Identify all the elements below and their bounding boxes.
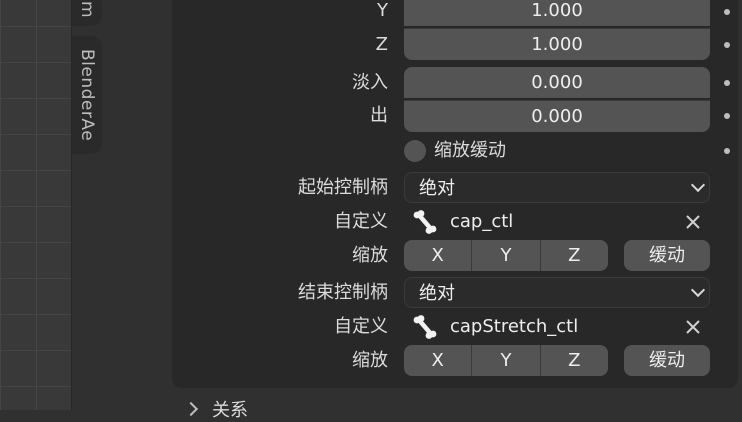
keyframe-dot[interactable] xyxy=(724,42,730,48)
end-ease-toggle[interactable]: 缓动 xyxy=(624,345,710,376)
bone-icon xyxy=(413,210,437,234)
ease-in-field[interactable]: 0.000 xyxy=(404,67,710,98)
relations-section-header[interactable]: 关系 xyxy=(212,396,248,422)
start-scale-y-toggle[interactable]: Y xyxy=(472,240,541,271)
scale-z-field[interactable]: 1.000 xyxy=(404,28,710,60)
viewport-area[interactable] xyxy=(0,0,72,410)
start-scale-x-toggle[interactable]: X xyxy=(404,240,473,271)
end-handle-dropdown[interactable]: 绝对 xyxy=(404,277,710,308)
start-ease-toggle[interactable]: 缓动 xyxy=(624,240,710,271)
bone-icon xyxy=(413,315,437,339)
start-handle-value: 绝对 xyxy=(419,178,455,199)
close-icon[interactable] xyxy=(684,213,702,231)
chevron-down-icon xyxy=(690,177,706,193)
start-scale-z-toggle[interactable]: Z xyxy=(541,240,608,271)
start-scale-axes: X Y Z xyxy=(404,240,608,271)
start-bone-field[interactable]: cap_ctl xyxy=(404,206,710,237)
close-icon[interactable] xyxy=(684,318,702,336)
sidebar-tab-label: m xyxy=(77,1,97,19)
keyframe-dot[interactable] xyxy=(724,148,730,154)
ease-out-label: 出 xyxy=(370,105,388,126)
end-handle-value: 绝对 xyxy=(419,283,455,304)
end-scale-x-toggle[interactable]: X xyxy=(404,345,473,376)
start-custom-label: 自定义 xyxy=(334,211,388,232)
keyframe-dot[interactable] xyxy=(724,80,730,86)
start-scale-label: 缩放 xyxy=(352,245,388,266)
end-scale-y-toggle[interactable]: Y xyxy=(472,345,541,376)
chevron-down-icon xyxy=(690,282,706,298)
start-bone-name: cap_ctl xyxy=(450,211,514,232)
start-handle-dropdown[interactable]: 绝对 xyxy=(404,172,710,203)
scale-y-label: Y xyxy=(377,0,388,21)
keyframe-dot[interactable] xyxy=(724,9,730,15)
end-custom-label: 自定义 xyxy=(334,316,388,337)
end-handle-label: 结束控制柄 xyxy=(298,282,388,303)
scale-z-label: Z xyxy=(375,34,388,55)
sidebar-tab-blenderae[interactable]: BlenderAe xyxy=(72,36,102,154)
keyframe-dot[interactable] xyxy=(724,113,730,119)
end-scale-axes: X Y Z xyxy=(404,345,608,376)
sidebar-tab-label: BlenderAe xyxy=(77,48,97,142)
scale-ease-label: 缩放缓动 xyxy=(434,140,506,161)
ease-out-field[interactable]: 0.000 xyxy=(404,100,710,132)
end-scale-z-toggle[interactable]: Z xyxy=(541,345,608,376)
start-handle-label: 起始控制柄 xyxy=(298,177,388,198)
sidebar-tab-item[interactable]: m xyxy=(72,0,102,26)
end-bone-field[interactable]: capStretch_ctl xyxy=(404,311,710,342)
ease-in-label: 淡入 xyxy=(352,72,388,93)
scale-ease-checkbox[interactable] xyxy=(404,140,426,162)
end-bone-name: capStretch_ctl xyxy=(450,316,579,337)
end-scale-label: 缩放 xyxy=(352,350,388,371)
scale-y-field[interactable]: 1.000 xyxy=(404,0,710,26)
